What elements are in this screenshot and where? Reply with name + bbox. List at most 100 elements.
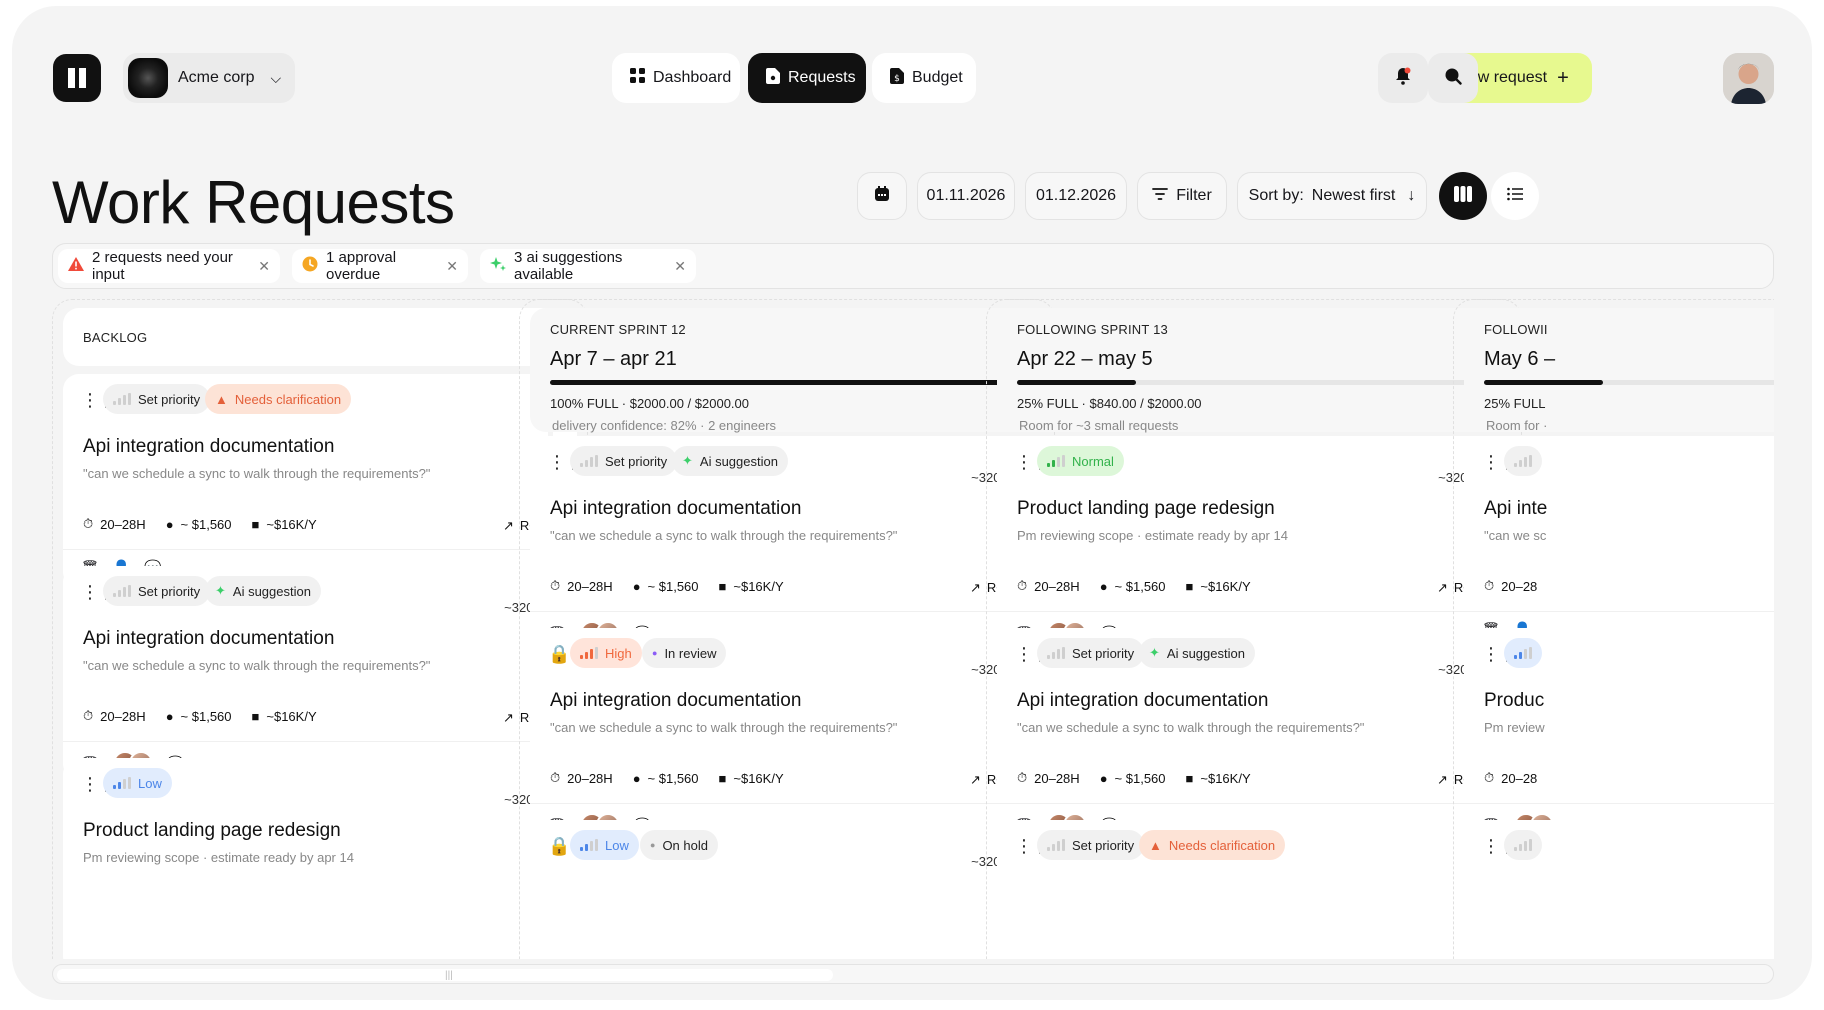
priority-chip[interactable]: Set priority — [103, 576, 211, 606]
priority-label: Set priority — [605, 453, 668, 469]
trend-up-icon: ↗ — [969, 580, 981, 595]
alert-ai-suggestions[interactable]: 3 ai suggestions available ✕ — [480, 249, 696, 283]
workspace-name: Acme corp — [178, 69, 255, 86]
close-icon[interactable]: ✕ — [674, 258, 686, 275]
priority-chip[interactable]: Normal — [1037, 446, 1124, 476]
priority-chip[interactable] — [1504, 446, 1542, 476]
request-card[interactable]: ⋮⋮ Set priority ✦ Ai suggestion ~320% Ap… — [63, 566, 577, 780]
cost-estimate: ~ $1,560 — [180, 708, 232, 724]
priority-chip[interactable] — [1504, 638, 1542, 668]
card-title: Api integration documentation — [83, 628, 335, 649]
sort-dropdown[interactable]: Sort by: Newest first ↓ — [1237, 172, 1427, 220]
priority-label: Set priority — [1072, 645, 1135, 661]
wallet-icon: ■ — [718, 578, 727, 594]
card-divider — [997, 611, 1511, 612]
tab-budget[interactable]: $ Budget — [872, 53, 976, 103]
filter-button[interactable]: Filter — [1137, 172, 1227, 220]
request-card[interactable]: ⋮⋮ Set priority ✦ Ai suggestion ~320% Ap… — [530, 436, 1044, 650]
ai-suggestion-chip[interactable]: ✦ Ai suggestion — [1139, 638, 1255, 668]
request-card[interactable]: ⋮⋮ Normal ~320% Product landing page red… — [997, 436, 1511, 650]
stopwatch-icon: ⏱ — [1017, 578, 1028, 593]
search-button[interactable] — [1428, 53, 1478, 103]
logo-icon[interactable] — [53, 54, 101, 102]
column-header: FOLLOWII May 6 – 25% FULL Room for · — [1464, 308, 1774, 433]
status-dot-icon: ● — [652, 648, 658, 658]
request-card[interactable]: 🔒 High ● In review ~320% Api integration… — [530, 628, 1044, 842]
priority-label: Low — [605, 837, 629, 853]
tab-requests[interactable]: Requests — [748, 53, 866, 103]
alert-needs-input[interactable]: 2 requests need your input ✕ — [58, 249, 280, 283]
capacity-bar — [550, 380, 1024, 385]
priority-chip[interactable] — [1504, 830, 1542, 860]
tab-budget-label: Budget — [912, 69, 963, 86]
signal-icon — [113, 393, 131, 405]
date-to-field[interactable]: 01.12.2026 — [1025, 172, 1127, 220]
date-from-field[interactable]: 01.11.2026 — [917, 172, 1015, 220]
stopwatch-icon: ⏱ — [550, 770, 561, 785]
calendar-button[interactable] — [857, 172, 907, 220]
bell-icon — [1394, 67, 1412, 90]
signal-icon — [113, 585, 131, 597]
priority-chip[interactable]: Set priority — [1037, 830, 1145, 860]
priority-label: High — [605, 645, 632, 661]
cost-estimate: ~ $1,560 — [180, 516, 232, 532]
column-label: FOLLOWING SPRINT 13 — [1017, 322, 1168, 337]
card-description: "can we schedule a sync to walk through … — [1017, 720, 1365, 735]
capacity-bar — [1017, 380, 1491, 385]
column-backlog: BACKLOG 4 ⋮⋮ Set priority ▲ Needs clarif… — [52, 299, 588, 959]
request-card[interactable]: ⋮⋮ Set priority ▲ Needs clarification Ap… — [63, 374, 577, 588]
request-card[interactable]: ⋮⋮ Low ~320% Product landing page redesi… — [63, 758, 577, 959]
priority-chip[interactable]: Set priority — [570, 446, 678, 476]
priority-chip[interactable]: High — [570, 638, 642, 668]
kanban-board: BACKLOG 4 ⋮⋮ Set priority ▲ Needs clarif… — [52, 299, 1774, 959]
ai-suggestion-label: Ai suggestion — [699, 453, 778, 469]
kanban-view-toggle[interactable] — [1439, 172, 1487, 220]
status-label: Needs clarification — [234, 391, 342, 407]
request-card[interactable]: ⋮⋮ — [1464, 820, 1774, 959]
priority-chip[interactable]: Set priority — [1037, 638, 1145, 668]
priority-chip[interactable]: Low — [103, 768, 172, 798]
trend-up-icon: ↗ — [1436, 580, 1448, 595]
hours-estimate: 20–28H — [100, 708, 146, 724]
cost-estimate: ~ $1,560 — [1114, 578, 1166, 594]
tab-dashboard[interactable]: Dashboard — [612, 53, 740, 103]
date-from-value: 01.11.2026 — [926, 187, 1006, 204]
wallet-icon: ■ — [1185, 578, 1194, 594]
request-card[interactable]: 🔒 Low ● On hold ~320% — [530, 820, 1044, 959]
ai-suggestion-chip[interactable]: ✦ Ai suggestion — [205, 576, 321, 606]
signal-icon — [1047, 647, 1065, 659]
priority-label: Set priority — [138, 391, 201, 407]
ai-suggestion-chip[interactable]: ✦ Ai suggestion — [672, 446, 788, 476]
priority-chip[interactable]: Set priority — [103, 384, 211, 414]
trend-up-icon: ↗ — [502, 710, 514, 725]
user-avatar[interactable] — [1723, 53, 1774, 104]
priority-chip[interactable]: Low — [570, 830, 639, 860]
warning-icon: ▲ — [1149, 837, 1162, 853]
list-view-toggle[interactable] — [1491, 172, 1539, 220]
close-icon[interactable]: ✕ — [258, 258, 270, 275]
coin-icon: ● — [1099, 770, 1108, 786]
capacity-bar — [1484, 380, 1774, 385]
signal-icon — [580, 647, 598, 659]
card-title: Product landing page redesign — [83, 820, 341, 841]
coin-icon: $ — [890, 67, 904, 89]
request-card[interactable]: ⋮⋮ Set priority ▲ Needs clarification — [997, 820, 1511, 959]
sort-value: Newest first — [1311, 187, 1396, 204]
request-card[interactable]: ⋮⋮ Produc Pm review ⏱20–28 🗑 — [1464, 628, 1774, 842]
sprint-range: Apr 22 – may 5 — [1017, 348, 1153, 370]
close-icon[interactable]: ✕ — [446, 258, 458, 275]
value-estimate: ~$16K/Y — [1200, 770, 1251, 786]
stopwatch-icon: ⏱ — [1017, 770, 1028, 785]
column-sprint-12: CURRENT SPRINT 12 4 Apr 7 – apr 21 100% … — [519, 299, 1055, 959]
column-label: CURRENT SPRINT 12 — [550, 322, 686, 337]
workspace-switcher[interactable]: Acme corp ⌵ — [123, 53, 296, 103]
value-estimate: ~$16K/Y — [733, 578, 784, 594]
notifications-button[interactable] — [1378, 53, 1428, 103]
alert-approval-overdue[interactable]: 1 approval overdue ✕ — [292, 249, 468, 283]
coin-icon: ● — [632, 770, 641, 786]
capacity-subtext: delivery confidence: 82% · 2 engineers — [552, 418, 777, 433]
hours-estimate: 20–28H — [1034, 578, 1080, 594]
request-card[interactable]: ⋮⋮ Set priority ✦ Ai suggestion ~320% Ap… — [997, 628, 1511, 842]
horizontal-scrollbar[interactable]: ||| — [52, 964, 1774, 984]
request-card[interactable]: ⋮⋮ Api inte "can we sc ⏱20–28 🗑 👤 — [1464, 436, 1774, 650]
